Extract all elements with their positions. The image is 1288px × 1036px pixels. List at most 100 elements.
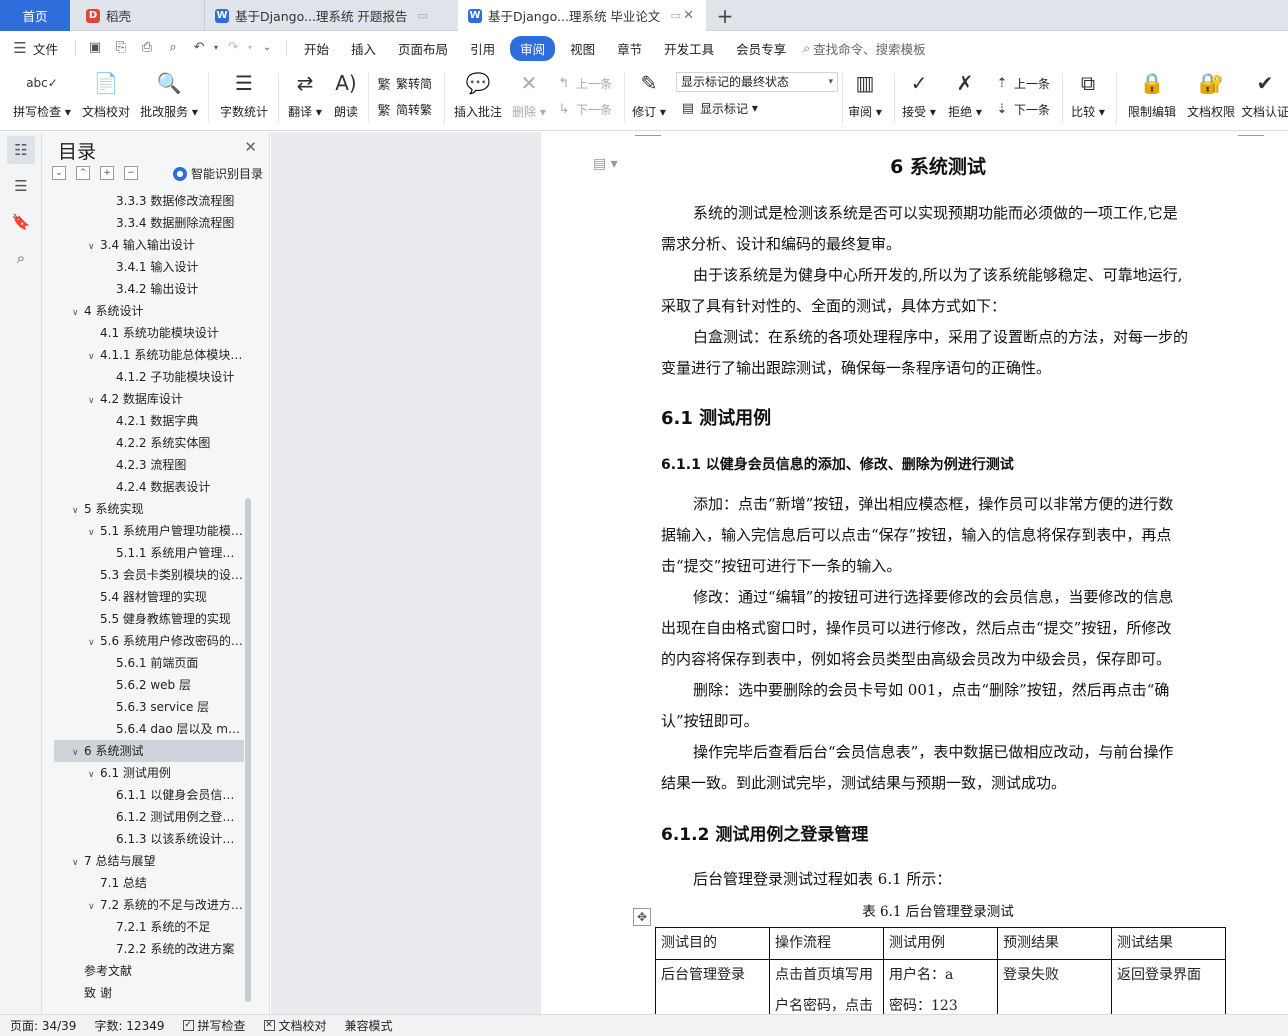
menu-view[interactable]: 视图 [559,39,606,58]
chevron-down-icon[interactable]: ∨ [88,896,100,916]
chevron-down-icon[interactable]: ∨ [72,852,84,872]
show-markup-button[interactable]: ▤ 显示标记 ▾ [680,98,758,118]
compare-button[interactable]: ⧉ 比较 ▾ [1068,69,1108,127]
redo-dropdown-icon[interactable]: ▾ [246,40,254,56]
proofread-button[interactable]: 📄 文档校对 [80,69,132,127]
chevron-down-icon[interactable]: ∨ [72,500,84,520]
tab-document-proposal[interactable]: W 基于Django...理系统 开题报告 ▭ [204,0,456,31]
toc-item[interactable]: 5.5 健身教练管理的实现 [54,608,244,630]
redo-icon[interactable]: ↷ [225,40,241,56]
toc-item[interactable]: 5.6.4 dao 层以及 ma ... [54,718,244,740]
toc-item[interactable]: 5.6.1 前端页面 [54,652,244,674]
export-pdf-icon[interactable]: ⎘ [113,40,129,56]
toc-item[interactable]: 3.4.2 输出设计 [54,278,244,300]
close-icon[interactable]: ✕ [244,138,257,156]
toc-item[interactable]: ∨ 7 总结与展望 [54,850,244,872]
table-header-cell[interactable]: 测试用例 [883,927,998,960]
save-icon[interactable]: ▣ [87,40,103,56]
spellcheck-status[interactable]: ✓ 拼写检查 [182,1017,246,1034]
toc-item[interactable]: 4.1.2 子功能模块设计 [54,366,244,388]
toc-item[interactable]: 6.1.1 以健身会员信息 ... [54,784,244,806]
toc-item[interactable]: ∨ 3.4 输入输出设计 [54,234,244,256]
new-tab-button[interactable]: + [712,0,738,31]
collapse-all-icon[interactable]: ⌃ [76,166,90,180]
toc-item[interactable]: 4.1 系统功能模块设计 [54,322,244,344]
menu-chapter[interactable]: 章节 [606,39,653,58]
to-traditional-button[interactable]: 繁繁转简 [376,73,432,93]
chevron-down-icon[interactable]: ∨ [88,632,100,652]
table-cell[interactable]: 用户名：a 密码：123 [883,959,998,1014]
correction-service-button[interactable]: 🔍 批改服务 ▾ [138,69,200,127]
toc-item[interactable]: 5.4 器材管理的实现 [54,586,244,608]
chapter-navigation-icon[interactable]: ☰ [7,172,35,200]
customize-toolbar-icon[interactable]: ⌄ [259,40,275,56]
paragraph-options-icon[interactable]: ▤ ▾ [593,156,618,172]
tab-daoke[interactable]: D 稻壳 [74,0,200,31]
table-cell[interactable]: 点击首页填写用 户名密码，点击 [769,959,884,1014]
track-changes-button[interactable]: ✎ 修订 ▾ [630,69,668,127]
chevron-down-icon[interactable]: ∨ [88,346,100,366]
menu-insert[interactable]: 插入 [340,39,387,58]
smart-toc-button[interactable]: ● 智能识别目录 [172,165,263,182]
restrict-editing-button[interactable]: 🔒 限制编辑 [1124,69,1180,127]
chevron-down-icon[interactable]: ∨ [72,742,84,762]
menu-developer-tools[interactable]: 开发工具 [653,39,725,58]
review-pane-button[interactable]: ▥ 审阅 ▾ [846,69,884,127]
markup-state-select[interactable]: 显示标记的最终状态 ▾ [676,72,838,92]
table-header-cell[interactable]: 预测结果 [997,927,1112,960]
table-header-cell[interactable]: 操作流程 [769,927,884,960]
toc-item[interactable]: 7.2.2 系统的改进方案 [54,938,244,960]
toc-item[interactable]: ∨ 5.6 系统用户修改密码的 ... [54,630,244,652]
word-count-indicator[interactable]: 字数: 12349 [94,1017,164,1034]
document-permissions-button[interactable]: 🔐 文档权限 [1184,69,1238,127]
table-cell[interactable]: 登录失败 [997,959,1112,1014]
reject-button[interactable]: ✗ 拒绝 ▾ [946,69,984,127]
toc-item[interactable]: 4.2.2 系统实体图 [54,432,244,454]
toc-item[interactable]: ∨ 4.1.1 系统功能总体模块 ... [54,344,244,366]
spellcheck-button[interactable]: abc✓ 拼写检查 ▾ [10,69,74,127]
chevron-down-icon[interactable]: ∨ [88,522,100,542]
toc-panel-icon[interactable]: ☷ [7,136,35,164]
previous-change-button[interactable]: ⇡ 上一条 [994,73,1050,93]
translate-button[interactable]: ⇄ 翻译 ▾ [286,69,324,127]
bookmark-icon[interactable]: 🔖 [7,208,35,236]
toc-item[interactable]: 致 谢 [54,982,244,1004]
toc-item[interactable]: 5.3 会员卡类别模块的设 ... [54,564,244,586]
tab-home[interactable]: 首页 [0,0,70,31]
toc-item[interactable]: ∨ 4.2 数据库设计 [54,388,244,410]
add-heading-icon[interactable]: + [100,166,114,180]
search-icon[interactable]: ⌕ [7,244,35,272]
undo-dropdown-icon[interactable]: ▾ [212,40,220,56]
toc-item[interactable]: 4.2.4 数据表设计 [54,476,244,498]
toc-item[interactable]: 5.6.2 web 层 [54,674,244,696]
test-table[interactable]: 测试目的 操作流程 测试用例 预测结果 测试结果 后台管理登录 点击首页填写用户… [655,927,1226,1014]
toc-item[interactable]: ∨ 5 系统实现 [54,498,244,520]
toc-item[interactable]: 3.3.3 数据修改流程图 [54,190,244,212]
toc-item[interactable]: 6.1.2 测试用例之登录 ... [54,806,244,828]
proofread-status[interactable]: ✕ 文档校对 [263,1017,327,1034]
menu-review[interactable]: 审阅 [510,35,556,61]
toc-item[interactable]: 3.3.4 数据删除流程图 [54,212,244,234]
toc-item[interactable]: 参考文献 [54,960,244,982]
command-search[interactable]: ⌕ 查找命令、搜索模板 [803,39,926,58]
toc-item[interactable]: 7.2.1 系统的不足 [54,916,244,938]
print-preview-icon[interactable]: ⌕ [165,40,181,56]
toc-item[interactable]: ∨ 4 系统设计 [54,300,244,322]
print-icon[interactable]: ⎙ [139,40,155,56]
toc-item[interactable]: 4.2.1 数据字典 [54,410,244,432]
menu-file[interactable]: 文件 [33,39,69,58]
toc-item[interactable]: ∨ 5.1 系统用户管理功能模 ... [54,520,244,542]
close-tab-icon[interactable]: ✕ [683,8,694,23]
document-page[interactable]: ▤ ▾ 6 系统测试 系统的测试是检测该系统是否可以实现预期功能而必须做的一项工… [541,132,1288,1014]
toc-item[interactable]: ∨ 6.1 测试用例 [54,762,244,784]
toc-item[interactable]: 4.2.3 流程图 [54,454,244,476]
page-indicator[interactable]: 页面: 34/39 [10,1017,76,1034]
accept-button[interactable]: ✓ 接受 ▾ [900,69,938,127]
toc-item[interactable]: 5.6.3 service 层 [54,696,244,718]
expand-all-icon[interactable]: ⌄ [52,166,66,180]
previous-comment-button[interactable]: ↰ 上一条 [556,73,612,93]
tab-document-thesis[interactable]: W 基于Django...理系统 毕业论文 ▭ ✕ [458,0,706,31]
next-comment-button[interactable]: ↳ 下一条 [556,99,612,119]
chevron-down-icon[interactable]: ∨ [88,236,100,256]
toc-item[interactable]: ∨ 6 系统测试 [54,740,244,762]
